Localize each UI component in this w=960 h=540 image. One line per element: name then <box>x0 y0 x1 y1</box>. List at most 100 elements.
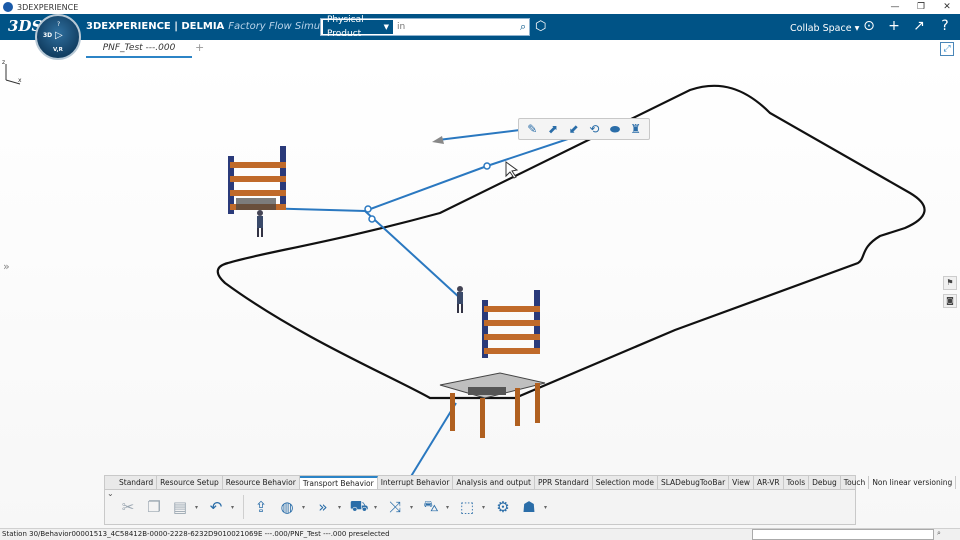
search-input[interactable] <box>393 20 518 34</box>
separator <box>243 495 244 519</box>
axis-x-label: x <box>18 77 22 84</box>
mouse-cursor <box>505 161 519 179</box>
tab-view[interactable]: View <box>729 476 754 489</box>
action-bar-commands: ✂ ❐ ▤ ▾ ↶ ▾ ⇪ ◍ ▾ » ▾ ⛟ ▾ ⤨ ▾ ⛍ ▾ ⬚ ▾ ⚙ … <box>105 490 855 524</box>
command-input[interactable] <box>752 529 934 540</box>
agv-icon[interactable]: ⛍ <box>420 496 442 518</box>
paste-icon[interactable]: ▤ <box>169 496 191 518</box>
cut-icon[interactable]: ✂ <box>117 496 139 518</box>
source-marker <box>432 136 444 144</box>
path-icon[interactable]: ⤨ <box>384 496 406 518</box>
minimize-button[interactable]: — <box>882 0 908 14</box>
search-scope-label: Physical Product <box>327 15 364 39</box>
flow-arrows-icon[interactable]: » <box>312 496 334 518</box>
robot-icon[interactable]: ♜ <box>627 120 645 138</box>
undo-dropdown-icon[interactable]: ▾ <box>231 504 237 511</box>
box-dropdown-icon[interactable]: ▾ <box>482 504 488 511</box>
status-message: Station 30/Behavior00001513_4C58412B-000… <box>2 530 390 538</box>
restore-button[interactable]: ❐ <box>908 0 934 14</box>
operator-dropdown-icon[interactable]: ▾ <box>544 504 550 511</box>
window-title-bar: 3DEXPERIENCE — ❐ ✕ <box>0 0 960 14</box>
tab-standard[interactable]: Standard <box>116 476 158 489</box>
place-icon[interactable]: ⬋ <box>565 120 583 138</box>
transport-dropdown-icon[interactable]: ▾ <box>374 504 380 511</box>
operator-icon[interactable]: ☗ <box>518 496 540 518</box>
tab-interrupt-behavior[interactable]: Interrupt Behavior <box>378 476 454 489</box>
search-box: Physical Product ▼ ⌕ <box>320 15 530 39</box>
tab-transport-behavior[interactable]: Transport Behavior <box>299 476 378 489</box>
scene-svg <box>216 84 926 479</box>
axis-triad: z x <box>2 59 22 85</box>
flow-link-1 <box>257 207 461 299</box>
bounding-box-icon[interactable]: ⬚ <box>456 496 478 518</box>
user-icon[interactable]: ⊙ <box>860 18 878 34</box>
fullscreen-icon[interactable]: ⤢ <box>940 42 954 56</box>
tab-selection-mode[interactable]: Selection mode <box>593 476 658 489</box>
tab-resource-setup[interactable]: Resource Setup <box>157 476 223 489</box>
tag-icon[interactable]: ⬡ <box>535 19 546 34</box>
brand-bold: 3DEXPERIENCE | DELMIA <box>86 21 225 32</box>
agv-dropdown-icon[interactable]: ▾ <box>446 504 452 511</box>
tab-tools[interactable]: Tools <box>784 476 810 489</box>
brand-title: 3DEXPERIENCE | DELMIA Factory Flow Simula… <box>86 21 348 32</box>
collab-space-dropdown[interactable]: Collab Space ▾ <box>790 23 859 34</box>
flag-icon[interactable]: ⚑ <box>943 276 957 290</box>
operator-figure-2 <box>457 286 463 313</box>
app-top-bar: 3DS 3DEXPERIENCE | DELMIA Factory Flow Si… <box>0 14 960 40</box>
compass-widget[interactable]: ? 3D ▷ V,R <box>35 14 81 60</box>
compass-top-label: ? <box>57 21 61 28</box>
search-icon[interactable]: ⌕ <box>517 20 529 34</box>
share-icon[interactable]: ↗ <box>910 18 928 34</box>
close-button[interactable]: ✕ <box>934 0 960 14</box>
transport-icon[interactable]: ⛟ <box>348 496 370 518</box>
document-tab-bar: PNF_Test ---.000 + <box>0 40 960 58</box>
window-controls: — ❐ ✕ <box>882 0 960 14</box>
flow-link-3 <box>437 129 521 141</box>
surface-icon[interactable]: ⬬ <box>606 120 624 138</box>
add-tab-button[interactable]: + <box>195 41 204 54</box>
tab-resource-behavior[interactable]: Resource Behavior <box>223 476 300 489</box>
window-title: 3DEXPERIENCE <box>17 2 79 12</box>
action-bar: Standard Resource Setup Resource Behavio… <box>104 475 957 525</box>
flow-link-4 <box>409 402 457 479</box>
operator-figure-1 <box>257 210 263 237</box>
command-search-icon[interactable]: ⌕ <box>937 529 941 538</box>
globe-dropdown-icon[interactable]: ▾ <box>302 504 308 511</box>
tab-sladebug[interactable]: SLADebugTooBar <box>658 476 730 489</box>
paste-dropdown-icon[interactable]: ▾ <box>195 504 201 511</box>
globe-icon[interactable]: ◍ <box>276 496 298 518</box>
help-icon[interactable]: ? <box>936 18 954 34</box>
axis-z-label: z <box>2 59 5 66</box>
pencil-icon[interactable]: ✎ <box>523 120 541 138</box>
copy-icon[interactable]: ❐ <box>143 496 165 518</box>
caret-down-icon: ▼ <box>383 23 390 31</box>
3d-viewport[interactable]: ✎ ⬈ ⬋ ⟲ ⬬ ♜ » ⚑ ◙ z x <box>0 58 960 528</box>
tab-ppr-standard[interactable]: PPR Standard <box>535 476 593 489</box>
move-icon[interactable]: ⬈ <box>544 120 562 138</box>
camera-icon[interactable]: ◙ <box>943 294 957 308</box>
undo-icon[interactable]: ↶ <box>205 496 227 518</box>
tab-ar-vr[interactable]: AR-VR <box>754 476 784 489</box>
add-icon[interactable]: + <box>885 18 903 34</box>
search-scope-dropdown[interactable]: Physical Product ▼ <box>323 15 394 39</box>
flow-link-2 <box>364 129 596 212</box>
export-icon[interactable]: ⇪ <box>250 496 272 518</box>
tab-touch[interactable]: Touch <box>841 476 870 489</box>
context-toolbar: ✎ ⬈ ⬋ ⟲ ⬬ ♜ <box>518 118 650 140</box>
robot-station-icon[interactable]: ⚙ <box>492 496 514 518</box>
collapse-action-bar-icon[interactable]: ⌄ <box>107 489 114 498</box>
flow-dropdown-icon[interactable]: ▾ <box>338 504 344 511</box>
tab-debug[interactable]: Debug <box>809 476 841 489</box>
rotate-icon[interactable]: ⟲ <box>585 120 603 138</box>
tab-pnf-test[interactable]: PNF_Test ---.000 <box>86 40 192 58</box>
flow-node-1 <box>364 205 372 213</box>
path-dropdown-icon[interactable]: ▾ <box>410 504 416 511</box>
compass-vr-label: V,R <box>53 47 63 53</box>
expand-left-panel-icon[interactable]: » <box>3 260 10 273</box>
tab-non-linear-versioning[interactable]: Non linear versioning <box>869 476 957 489</box>
tab-analysis-output[interactable]: Analysis and output <box>453 476 535 489</box>
app-globe-icon <box>3 2 13 12</box>
play-icon: ▷ <box>55 30 63 41</box>
storage-rack-2 <box>482 290 540 358</box>
storage-rack-1 <box>228 146 286 214</box>
